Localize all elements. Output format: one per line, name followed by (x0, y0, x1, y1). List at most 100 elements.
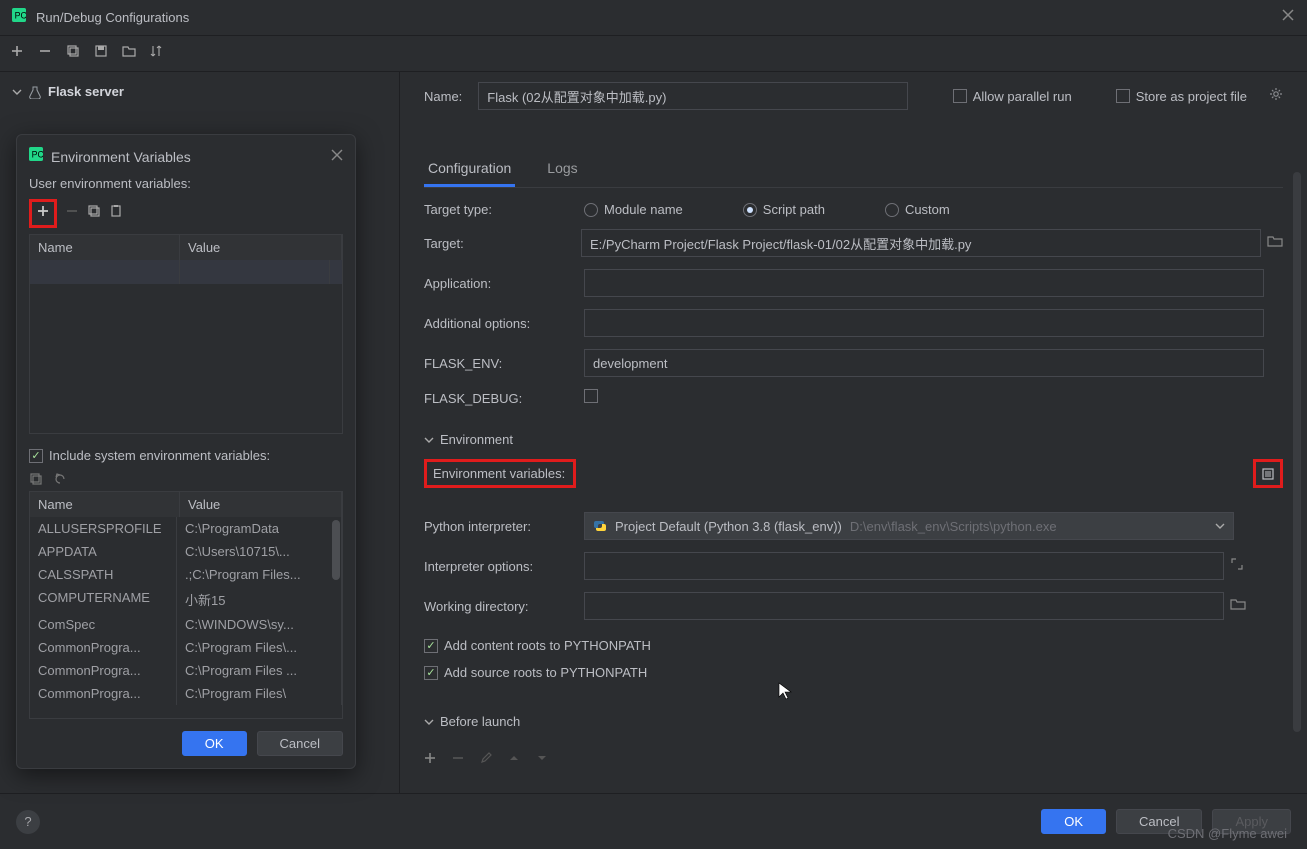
gear-icon[interactable] (1269, 87, 1283, 106)
interpreter-path: D:\env\flask_env\Scripts\python.exe (850, 519, 1057, 534)
window-title: Run/Debug Configurations (36, 10, 1281, 25)
system-env-row[interactable]: APPDATAC:\Users\10715\... (30, 540, 342, 563)
system-env-row[interactable]: CommonProgra...C:\Program Files\... (30, 636, 342, 659)
copy-sys-button[interactable] (29, 472, 43, 491)
target-type-label: Target type: (424, 202, 576, 217)
interpreter-options-input[interactable] (584, 552, 1224, 580)
svg-text:PC: PC (15, 11, 26, 21)
before-launch-section-header[interactable]: Before launch (424, 714, 1283, 729)
system-env-row[interactable]: ComSpecC:\WINDOWS\sy... (30, 613, 342, 636)
paste-env-button[interactable] (109, 204, 123, 223)
tree-root-flask-server[interactable]: Flask server (4, 80, 395, 103)
save-icon[interactable] (94, 44, 108, 63)
system-env-row[interactable]: CommonProgra...C:\Program Files\ (30, 682, 342, 705)
flask-debug-checkbox[interactable] (584, 389, 598, 403)
copy-env-button[interactable] (87, 204, 101, 223)
main-panel: Name: Allow parallel run Store as projec… (400, 72, 1307, 793)
col-name-header: Name (30, 235, 180, 260)
add-source-roots-checkbox[interactable]: Add source roots to PYTHONPATH (424, 665, 1283, 680)
chevron-down-icon (1215, 519, 1225, 534)
application-input[interactable] (584, 269, 1264, 297)
browse-icon[interactable] (1230, 597, 1246, 616)
browse-icon[interactable] (1267, 234, 1283, 253)
top-toolbar (0, 36, 1307, 72)
allow-parallel-run-checkbox[interactable]: Allow parallel run (953, 89, 1072, 104)
close-icon[interactable] (331, 148, 343, 166)
window-titlebar: PC Run/Debug Configurations (0, 0, 1307, 36)
interpreter-label: Python interpreter: (424, 519, 576, 534)
additional-options-input[interactable] (584, 309, 1264, 337)
remove-task-icon[interactable] (452, 751, 464, 769)
add-env-button[interactable] (29, 199, 57, 228)
radio-script-path[interactable]: Script path (743, 202, 825, 217)
env-ok-button[interactable]: OK (182, 731, 247, 756)
copy-icon[interactable] (66, 44, 80, 63)
interpreter-options-label: Interpreter options: (424, 559, 576, 574)
system-env-row[interactable]: CommonProgra...C:\Program Files ... (30, 659, 342, 682)
close-icon[interactable] (1281, 8, 1295, 27)
chevron-down-icon (12, 87, 22, 97)
add-icon[interactable] (10, 44, 24, 63)
dialog-footer: ? OK Cancel Apply (0, 793, 1307, 849)
move-down-icon[interactable] (536, 751, 548, 769)
tab-bar: Configuration Logs (424, 152, 1283, 188)
remove-icon[interactable] (38, 44, 52, 63)
env-variables-browse-button[interactable] (1253, 459, 1283, 488)
system-env-row[interactable]: ALLUSERSPROFILEC:\ProgramData (30, 517, 342, 540)
allow-parallel-label: Allow parallel run (973, 89, 1072, 104)
store-project-label: Store as project file (1136, 89, 1247, 104)
env-variables-dialog: PC Environment Variables User environmen… (16, 134, 356, 769)
include-system-checkbox-row[interactable]: Include system environment variables: (29, 448, 270, 463)
env-cancel-button[interactable]: Cancel (257, 731, 343, 756)
name-input[interactable] (478, 82, 908, 110)
tree-root-label: Flask server (48, 84, 124, 99)
main-scrollbar[interactable] (1293, 172, 1301, 732)
chevron-down-icon (424, 717, 434, 727)
chevron-down-icon (424, 435, 434, 445)
user-env-label: User environment variables: (29, 176, 343, 191)
system-env-row[interactable]: CALSSPATH.;C:\Program Files... (30, 563, 342, 586)
sys-table-scrollbar[interactable] (332, 520, 340, 580)
sort-icon[interactable] (150, 44, 164, 63)
store-project-checkbox[interactable] (1116, 89, 1130, 103)
flask-env-label: FLASK_ENV: (424, 356, 576, 371)
pycharm-icon: PC (12, 8, 26, 27)
help-button[interactable]: ? (16, 810, 40, 834)
undo-sys-button[interactable] (53, 472, 67, 491)
flask-icon (28, 85, 42, 99)
user-env-table[interactable]: Name Value (29, 234, 343, 434)
system-env-row[interactable]: COMPUTERNAME小新15 (30, 586, 342, 613)
store-as-project-file-checkbox[interactable]: Store as project file (1116, 89, 1247, 104)
remove-env-button[interactable] (65, 204, 79, 223)
python-icon (593, 519, 607, 533)
expand-icon[interactable] (1230, 557, 1244, 576)
watermark: CSDN @Flyme awei (1168, 826, 1287, 841)
move-up-icon[interactable] (508, 751, 520, 769)
target-input[interactable] (581, 229, 1261, 257)
interpreter-dropdown[interactable]: Project Default (Python 3.8 (flask_env))… (584, 512, 1234, 540)
flask-debug-label: FLASK_DEBUG: (424, 391, 576, 406)
folder-icon[interactable] (122, 44, 136, 63)
include-system-checkbox[interactable] (29, 449, 43, 463)
pycharm-icon: PC (29, 147, 43, 166)
system-env-table[interactable]: Name Value ALLUSERSPROFILEC:\ProgramData… (29, 491, 343, 719)
add-content-roots-checkbox[interactable]: Add content roots to PYTHONPATH (424, 638, 1283, 653)
user-env-row-empty[interactable] (30, 260, 342, 284)
edit-task-icon[interactable] (480, 751, 492, 769)
radio-module-name[interactable]: Module name (584, 202, 683, 217)
sys-col-value-header: Value (180, 492, 342, 517)
body-area: Flask server PC Environment Variables Us… (0, 72, 1307, 793)
add-task-icon[interactable] (424, 751, 436, 769)
flask-env-input[interactable] (584, 349, 1264, 377)
allow-parallel-checkbox[interactable] (953, 89, 967, 103)
ok-button[interactable]: OK (1041, 809, 1106, 834)
radio-custom[interactable]: Custom (885, 202, 950, 217)
application-label: Application: (424, 276, 576, 291)
working-directory-input[interactable] (584, 592, 1224, 620)
environment-section-header[interactable]: Environment (424, 432, 1283, 447)
user-env-toolbar (29, 199, 343, 228)
name-label: Name: (424, 89, 462, 104)
interpreter-value: Project Default (Python 3.8 (flask_env)) (615, 519, 842, 534)
tab-logs[interactable]: Logs (543, 152, 581, 187)
tab-configuration[interactable]: Configuration (424, 152, 515, 187)
